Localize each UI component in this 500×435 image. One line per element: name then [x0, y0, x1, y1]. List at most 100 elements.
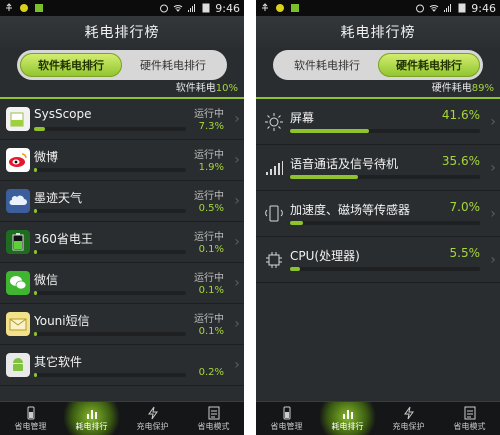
- app-percent: 0.1%: [198, 326, 224, 337]
- list-item[interactable]: 微信 运行中 0.1% ›: [0, 263, 244, 304]
- app-list: SysScope 运行中 7.3% › 微博 运行中 1.9% › 墨迹天气 运…: [0, 99, 244, 386]
- nav-power-ranking[interactable]: 耗电排行: [61, 402, 122, 435]
- usage-bar: [34, 209, 186, 213]
- list-item[interactable]: 语音通话及信号待机 35.6% ›: [256, 145, 500, 191]
- wifi-icon: [429, 5, 439, 12]
- nav-save-mode[interactable]: 省电模式: [439, 402, 500, 435]
- tab-hardware-ranking[interactable]: 硬件耗电排行: [122, 53, 224, 77]
- app-state: 运行中: [194, 150, 224, 161]
- lightning-icon: [147, 406, 158, 419]
- nav-power-manage[interactable]: 省电管理: [256, 402, 317, 435]
- summary-label: 软件耗电: [175, 83, 216, 94]
- usage-bar-fill: [34, 373, 38, 377]
- summary-percent: 89%: [471, 83, 494, 94]
- list-item[interactable]: SysScope 运行中 7.3% ›: [0, 99, 244, 140]
- usage-bar: [34, 168, 186, 172]
- nav-power-ranking[interactable]: 耗电排行: [317, 402, 378, 435]
- usage-bar: [290, 175, 480, 179]
- app-name: 360省电王: [34, 232, 93, 246]
- battery-manage-icon: [27, 406, 34, 419]
- usb-icon: [262, 3, 268, 11]
- status-bar: 9:46: [0, 0, 244, 16]
- usage-bar-fill: [34, 127, 46, 131]
- usage-bar: [34, 291, 186, 295]
- nav-label: 省电模式: [197, 421, 230, 431]
- sysscope-icon: [6, 107, 30, 131]
- app-name: 微博: [34, 150, 59, 164]
- app-state: 运行中: [194, 273, 224, 284]
- list-item[interactable]: 加速度、磁场等传感器 7.0% ›: [256, 191, 500, 237]
- app-percent: 7.3%: [198, 121, 224, 132]
- segmented-tabs: 软件耗电排行 硬件耗电排行: [273, 50, 483, 80]
- chevron-right-icon: ›: [234, 275, 240, 291]
- hardware-percent: 35.6%: [441, 154, 480, 168]
- alarm-icon: [160, 4, 169, 13]
- app-name: 其它软件: [34, 355, 83, 369]
- nav-label: 省电模式: [453, 421, 486, 431]
- hardware-name: 屏幕: [290, 111, 315, 125]
- brightness-icon: [262, 110, 286, 134]
- mode-list-icon: [208, 406, 219, 419]
- nav-save-mode[interactable]: 省电模式: [183, 402, 244, 435]
- app-notification-icon: [276, 4, 284, 12]
- usage-bar: [34, 250, 186, 254]
- nav-label: 省电管理: [270, 421, 303, 431]
- battery-icon: [202, 3, 210, 13]
- usage-bar: [290, 221, 480, 225]
- clock-time: 9:46: [215, 1, 240, 15]
- list-item[interactable]: 其它软件 0.2% ›: [0, 345, 244, 386]
- nav-charge-protect[interactable]: 充电保护: [122, 402, 183, 435]
- nav-label: 耗电排行: [331, 421, 364, 431]
- list-item[interactable]: 360省电王 运行中 0.1% ›: [0, 222, 244, 263]
- tab-hardware-ranking[interactable]: 硬件耗电排行: [378, 53, 480, 77]
- list-item[interactable]: Youni短信 运行中 0.1% ›: [0, 304, 244, 345]
- screenshot-notification-icon: [291, 4, 299, 12]
- message-icon: [6, 312, 30, 336]
- lightning-icon: [403, 406, 414, 419]
- app-percent: 0.1%: [198, 244, 224, 255]
- list-item[interactable]: 微博 运行中 1.9% ›: [0, 140, 244, 181]
- usage-bar: [34, 332, 186, 336]
- screenshot-canvas: 9:46 耗电排行榜 软件耗电排行 硬件耗电排行 软件耗电10% SysScop…: [0, 0, 500, 435]
- hardware-name: 语音通话及信号待机: [290, 157, 399, 171]
- app-state: 运行中: [194, 109, 224, 120]
- app-state: 运行中: [194, 232, 224, 243]
- usage-bar-fill: [290, 129, 370, 133]
- tab-software-ranking[interactable]: 软件耗电排行: [20, 53, 122, 77]
- usb-icon: [6, 3, 12, 11]
- summary-percent: 10%: [215, 83, 238, 94]
- list-item[interactable]: 墨迹天气 运行中 0.5% ›: [0, 181, 244, 222]
- app-percent: 1.9%: [198, 162, 224, 173]
- usage-bar-fill: [34, 291, 38, 295]
- page-title: 耗电排行榜: [256, 16, 500, 48]
- sensor-icon: [262, 202, 286, 226]
- app-percent: 0.1%: [198, 285, 224, 296]
- alarm-icon: [416, 4, 425, 13]
- usage-bar-fill: [34, 209, 38, 213]
- chevron-right-icon: ›: [234, 234, 240, 250]
- chevron-right-icon: ›: [234, 111, 240, 127]
- screenshot-notification-icon: [35, 4, 43, 12]
- usage-bar: [34, 127, 186, 131]
- battery-app-icon: [6, 230, 30, 254]
- app-percent: 0.2%: [198, 367, 224, 378]
- bottom-nav: 省电管理 耗电排行 充电保护 省电模式: [0, 401, 244, 435]
- usage-bar-fill: [290, 175, 358, 179]
- nav-label: 耗电排行: [75, 421, 108, 431]
- nav-power-manage[interactable]: 省电管理: [0, 402, 61, 435]
- usage-bar-fill: [290, 267, 301, 271]
- list-item[interactable]: 屏幕 41.6% ›: [256, 99, 500, 145]
- tab-software-ranking[interactable]: 软件耗电排行: [276, 53, 378, 77]
- hardware-list: 屏幕 41.6% › 语音通话及信号待机 35.6% › 加速度、磁场等传感器 …: [256, 99, 500, 283]
- cpu-icon: [262, 248, 286, 272]
- usage-bar: [34, 373, 186, 377]
- wechat-icon: [6, 271, 30, 295]
- nav-charge-protect[interactable]: 充电保护: [378, 402, 439, 435]
- page-title: 耗电排行榜: [0, 16, 244, 48]
- hardware-percent: 7.0%: [449, 200, 481, 214]
- hardware-percent: 5.5%: [449, 246, 481, 260]
- app-notification-icon: [20, 4, 28, 12]
- list-item[interactable]: CPU(处理器) 5.5% ›: [256, 237, 500, 283]
- bar-chart-icon: [342, 409, 353, 419]
- usage-bar: [290, 267, 480, 271]
